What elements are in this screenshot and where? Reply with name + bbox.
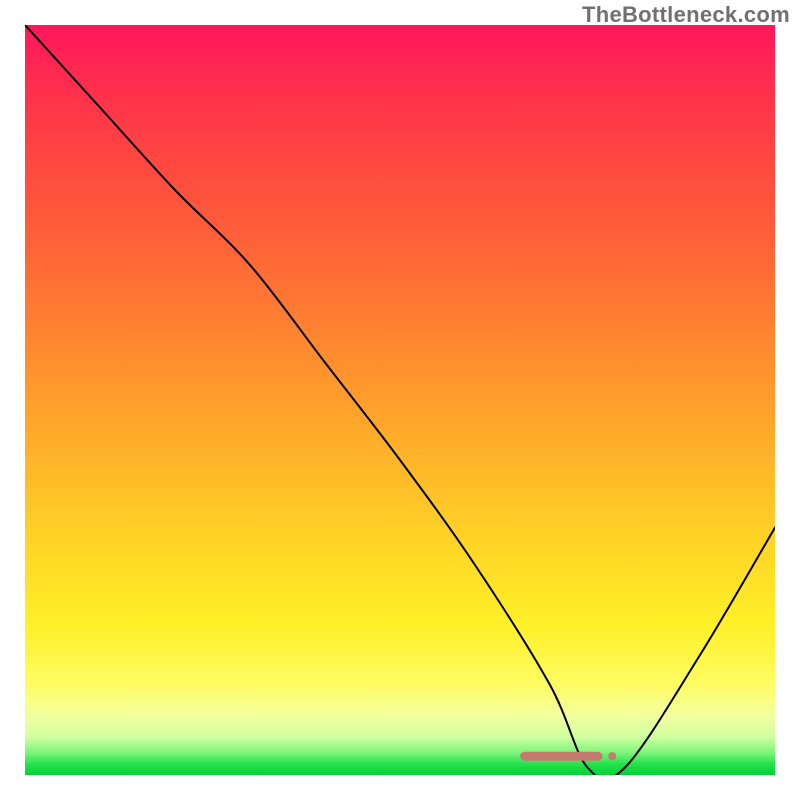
optimal-range-marker (520, 752, 603, 761)
marker-layer (25, 25, 775, 775)
chart-stage: TheBottleneck.com (0, 0, 800, 800)
optimal-range-marker-dot (608, 752, 616, 760)
plot-area (25, 25, 775, 775)
